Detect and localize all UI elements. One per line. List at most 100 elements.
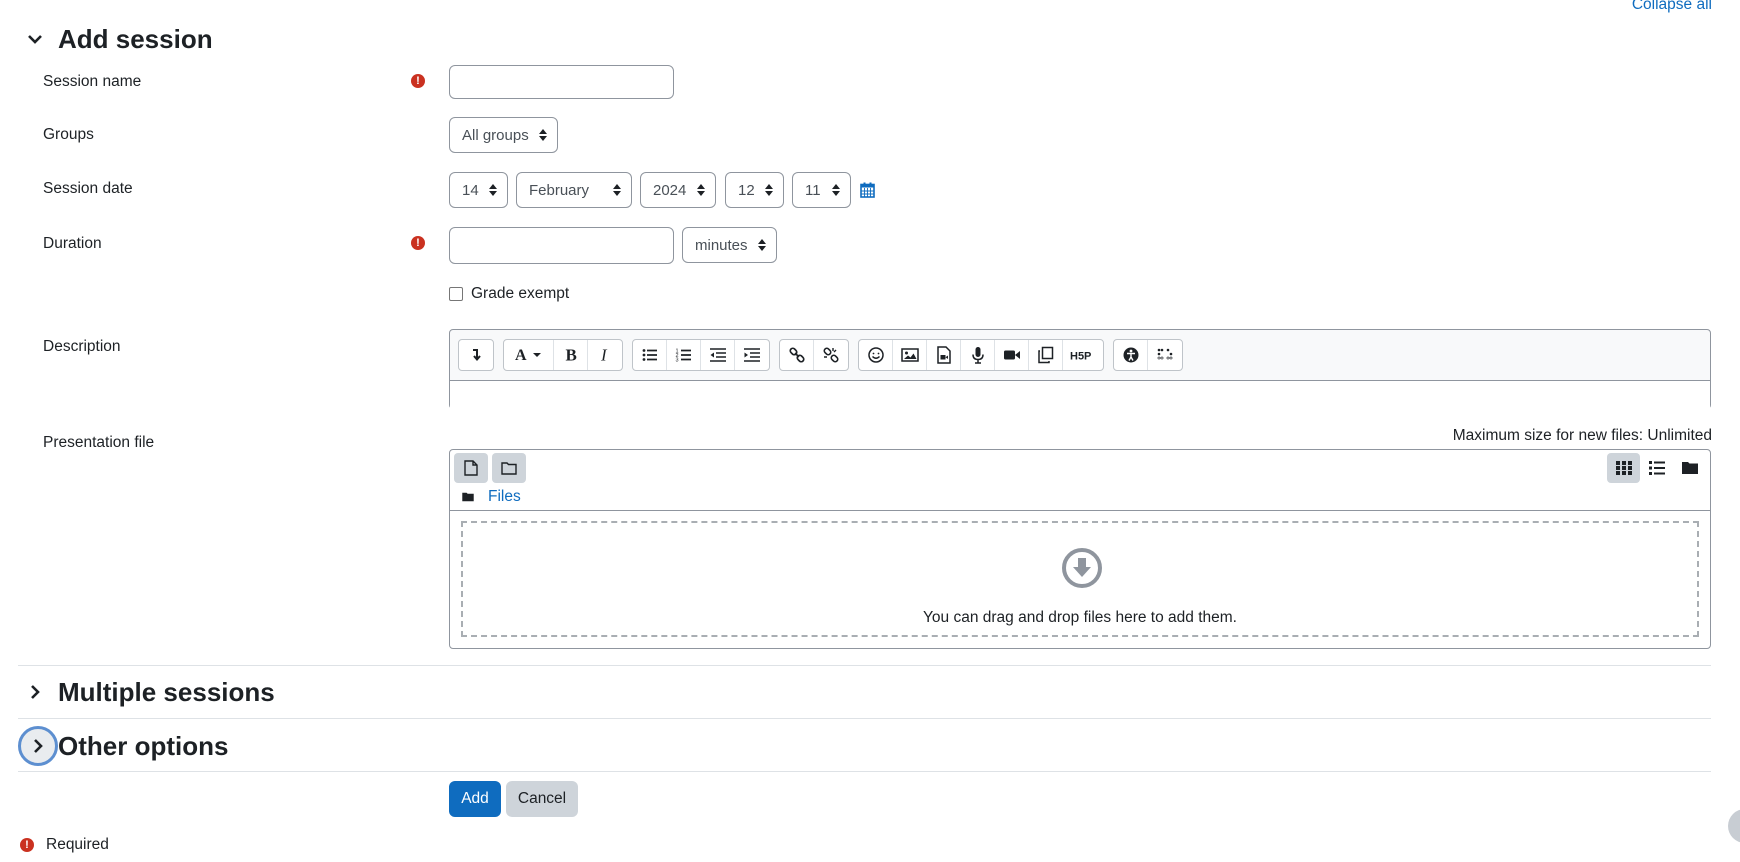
select-arrows-icon	[489, 184, 497, 196]
session-name-label: Session name	[43, 73, 142, 90]
grade-exempt-label: Grade exempt	[471, 285, 570, 302]
select-arrows-icon	[765, 184, 773, 196]
view-list-button[interactable]	[1640, 453, 1673, 483]
select-arrows-icon	[697, 184, 705, 196]
record-video-button[interactable]	[995, 340, 1029, 370]
hour-select-value: 12	[738, 181, 755, 199]
bold-button[interactable]: B	[554, 340, 588, 370]
grid-icon	[1615, 461, 1632, 475]
list-icon	[1648, 461, 1665, 475]
select-arrows-icon	[832, 184, 840, 196]
duration-input[interactable]	[449, 227, 674, 264]
file-path-breadcrumb: Files	[462, 488, 521, 506]
editor-toolbar: A B I 123 H5P	[458, 339, 1192, 371]
collapse-toolbar-button[interactable]	[459, 340, 493, 370]
session-date-label: Session date	[43, 180, 133, 197]
multiple-sessions-header: Multiple sessions	[18, 675, 275, 709]
record-audio-button[interactable]	[961, 340, 995, 370]
video-camera-icon	[1003, 350, 1020, 360]
microphone-icon	[971, 347, 984, 364]
ordered-list-button[interactable]: 123	[667, 340, 701, 370]
session-name-input[interactable]	[449, 65, 674, 99]
required-legend-text: Required	[46, 836, 109, 853]
file-video-icon	[936, 346, 951, 364]
multiple-sessions-toggle[interactable]	[18, 675, 52, 709]
groups-select-value: All groups	[462, 126, 529, 144]
cancel-button[interactable]: Cancel	[506, 781, 578, 817]
svg-text:I: I	[600, 346, 608, 364]
copy-files-icon	[1037, 346, 1053, 364]
description-label: Description	[43, 338, 121, 355]
chevron-down-icon	[28, 35, 42, 44]
select-arrows-icon	[539, 129, 547, 141]
other-options-toggle[interactable]	[18, 726, 58, 766]
add-session-header: Add session	[18, 22, 213, 56]
unordered-list-button[interactable]	[633, 340, 667, 370]
file-icon	[464, 460, 478, 476]
screenreader-helper-button[interactable]	[1148, 340, 1182, 370]
emoji-button[interactable]	[859, 340, 893, 370]
font-style-icon: A	[515, 347, 541, 364]
unlink-button[interactable]	[814, 340, 848, 370]
required-icon: !	[411, 74, 425, 88]
link-icon	[788, 347, 805, 363]
floating-action-button[interactable]	[1728, 809, 1740, 843]
year-select[interactable]: 2024	[640, 172, 716, 208]
italic-button[interactable]: I	[588, 340, 622, 370]
groups-select[interactable]: All groups	[449, 117, 558, 153]
download-arrow-circle-icon	[1062, 548, 1102, 588]
other-options-header: Other options	[18, 726, 228, 766]
description-editor: A B I 123 H5P	[449, 329, 1711, 410]
grade-exempt-row: Grade exempt	[449, 285, 569, 303]
file-dropzone[interactable]: You can drag and drop files here to add …	[461, 521, 1699, 637]
outdent-icon	[709, 348, 726, 362]
hour-select[interactable]: 12	[725, 172, 784, 208]
link-button[interactable]	[780, 340, 814, 370]
duration-unit-select[interactable]: minutes	[682, 227, 777, 263]
month-select[interactable]: February	[516, 172, 632, 208]
folder-icon	[501, 462, 517, 475]
collapse-all-link[interactable]: Collapse all	[1632, 0, 1712, 14]
view-tree-button[interactable]	[1673, 453, 1706, 483]
calendar-icon[interactable]	[860, 182, 875, 198]
files-root-link[interactable]: Files	[488, 488, 521, 506]
add-file-button[interactable]	[454, 453, 488, 483]
required-icon: !	[20, 838, 34, 852]
view-icons-button[interactable]	[1607, 453, 1640, 483]
italic-icon: I	[600, 346, 608, 364]
numbered-list-icon: 123	[675, 349, 691, 364]
month-select-value: February	[529, 181, 590, 199]
required-legend: ! Required	[20, 836, 109, 854]
chevron-right-icon	[31, 685, 40, 699]
folder-solid-icon	[462, 492, 474, 502]
grade-exempt-checkbox[interactable]	[449, 287, 463, 301]
indent-button[interactable]	[735, 340, 769, 370]
accessibility-checker-button[interactable]	[1114, 340, 1148, 370]
select-arrows-icon	[613, 184, 621, 196]
minute-select[interactable]: 11	[792, 172, 851, 208]
font-style-button[interactable]: A	[504, 340, 554, 370]
required-icon: !	[411, 236, 425, 250]
unlink-icon	[823, 347, 839, 363]
media-button[interactable]	[927, 340, 961, 370]
arrow-down-icon	[473, 349, 481, 362]
minute-select-value: 11	[805, 181, 821, 199]
svg-text:3: 3	[675, 358, 678, 364]
create-folder-button[interactable]	[492, 453, 526, 483]
manage-files-button[interactable]	[1029, 340, 1063, 370]
svg-text:H5P: H5P	[1070, 351, 1091, 363]
add-session-toggle[interactable]	[18, 22, 52, 56]
h5p-button[interactable]: H5P	[1063, 340, 1103, 370]
duration-unit-value: minutes	[695, 236, 748, 254]
max-size-note: Maximum size for new files: Unlimited	[1452, 427, 1712, 444]
presentation-file-label: Presentation file	[43, 434, 155, 451]
description-textarea[interactable]	[450, 380, 1710, 410]
svg-text:A: A	[515, 347, 527, 364]
bullet-list-icon	[642, 349, 657, 361]
day-select[interactable]: 14	[449, 172, 508, 208]
indent-icon	[744, 348, 760, 362]
dropzone-text: You can drag and drop files here to add …	[923, 609, 1237, 626]
outdent-button[interactable]	[701, 340, 735, 370]
add-button[interactable]: Add	[449, 781, 501, 817]
image-button[interactable]	[893, 340, 927, 370]
